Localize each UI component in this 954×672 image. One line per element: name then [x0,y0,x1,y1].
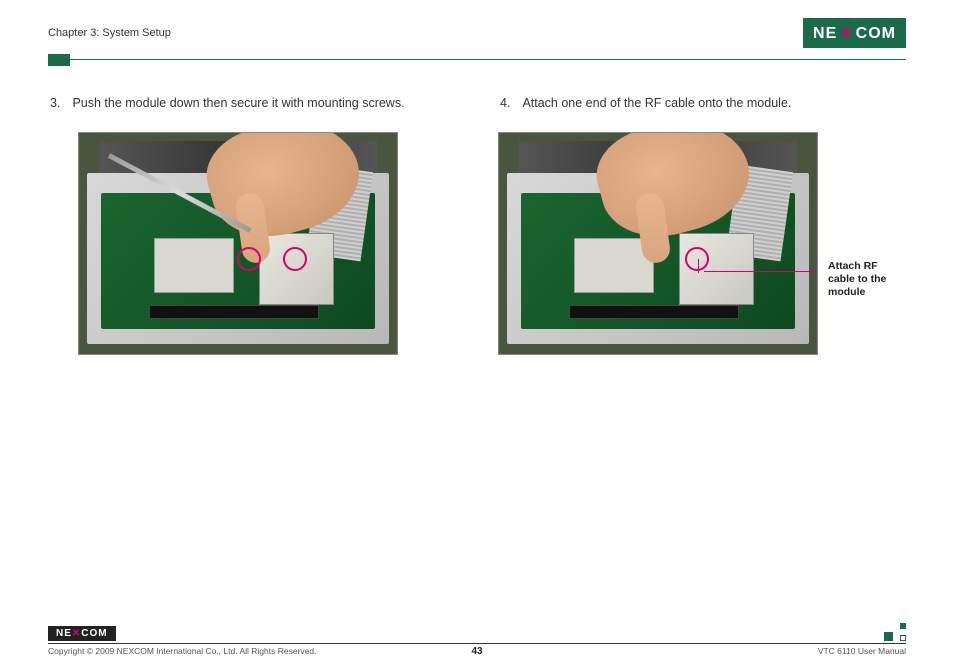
rf-connector-highlight-icon [685,247,709,271]
right-column: 4. Attach one end of the RF cable onto t… [498,96,906,355]
footer-top-row: NE✕COM [48,623,906,644]
photo-edge-connector [149,305,319,319]
copyright-text: Copyright © 2009 NEXCOM International Co… [48,646,316,656]
step-instruction: Attach one end of the RF cable onto the … [522,96,791,110]
ornament-sq [884,632,893,641]
left-column: 3. Push the module down then secure it w… [48,96,498,355]
footer-logo-x-icon: ✕ [72,628,81,639]
step-number: 3. [50,96,60,110]
step-instruction: Push the module down then secure it with… [72,96,404,110]
callout-label: Attach RF cable to the module [828,260,906,299]
footer-bottom-row: Copyright © 2009 NEXCOM International Co… [48,646,906,656]
footer-logo-ne: NE [56,628,72,639]
callout-leader-h-icon [704,271,818,272]
logo-x-icon: ✕ [837,25,855,42]
content-area: 3. Push the module down then secure it w… [48,96,906,355]
photo-edge-connector [569,305,739,319]
page-header: Chapter 3: System Setup NE✕COM [48,18,906,48]
ornament-sq [900,623,906,629]
logo-text-com: COM [856,25,896,42]
header-rule [48,52,906,66]
ornament-sq [900,635,906,641]
chapter-title: Chapter 3: System Setup [48,27,171,39]
step-3-photo [78,132,398,355]
footer-logo: NE✕COM [48,626,116,641]
page-footer: NE✕COM Copyright © 2009 NEXCOM Internati… [48,623,906,656]
photo-cf-slot [154,238,234,293]
logo-text-ne: NE [813,25,837,42]
nexcom-logo: NE✕COM [803,18,906,48]
footer-ornament-icon [884,623,906,641]
step-4-row: Attach RF cable to the module [498,132,906,355]
screw-highlight-1-icon [237,247,261,271]
step-4-photo [498,132,818,355]
page-number: 43 [471,646,482,657]
rule-accent-block [48,54,70,66]
callout-leader-v-icon [698,259,699,273]
step-3: 3. Push the module down then secure it w… [48,96,498,110]
step-number: 4. [500,96,510,110]
screw-highlight-2-icon [283,247,307,271]
step-4: 4. Attach one end of the RF cable onto t… [498,96,906,110]
footer-logo-com: COM [81,628,107,639]
rule-line [70,59,906,60]
manual-name: VTC 6110 User Manual [818,646,906,656]
